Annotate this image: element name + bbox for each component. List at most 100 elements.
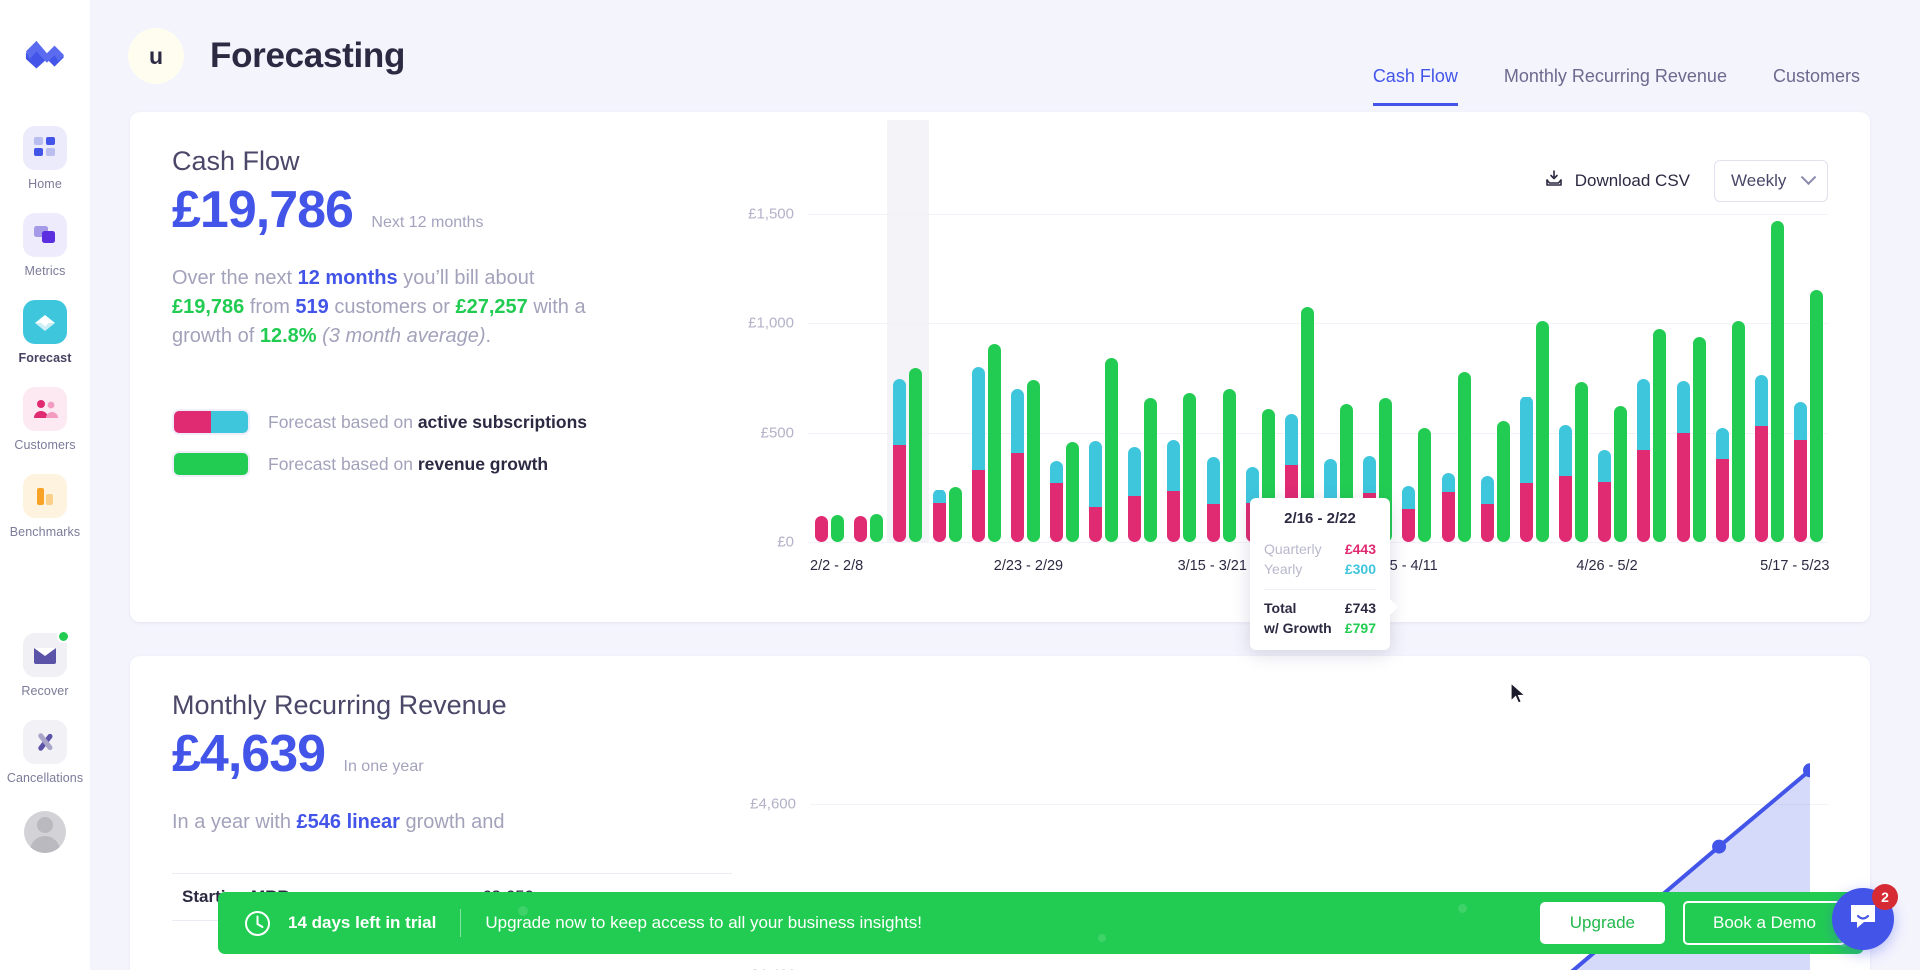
- desc-billed: £19,786: [172, 295, 245, 318]
- sidebar-item-home[interactable]: Home: [0, 126, 90, 191]
- bar-group[interactable]: [1123, 170, 1162, 542]
- clock-icon: [244, 910, 271, 937]
- bar-subscriptions: [1676, 381, 1690, 542]
- envelope-icon: [23, 630, 70, 677]
- bar-group[interactable]: [927, 170, 966, 542]
- decorative-bubble: [1098, 934, 1106, 942]
- tooltip-arrow: [1389, 598, 1398, 617]
- main-area: u Forecasting Cash Flow Monthly Recurrin…: [90, 0, 1920, 970]
- sidebar-item-forecast[interactable]: Forecast: [0, 300, 90, 365]
- cash-flow-plot: [810, 120, 1828, 542]
- desc-part: In a year with: [172, 810, 297, 833]
- bar-group[interactable]: [1750, 170, 1789, 542]
- content: Cash Flow £19,786 Next 12 months Over th…: [90, 112, 1920, 970]
- bar-group[interactable]: [1319, 170, 1358, 542]
- bar-group[interactable]: [1789, 170, 1828, 542]
- x-axis-tick: 5/17 - 5/23: [1760, 558, 1830, 574]
- bar-group[interactable]: [1045, 170, 1084, 542]
- bar-group[interactable]: [1632, 170, 1671, 542]
- upgrade-button[interactable]: Upgrade: [1539, 902, 1665, 944]
- chat-unread-badge: 2: [1872, 884, 1898, 910]
- sidebar-item-recover[interactable]: Recover: [0, 630, 90, 698]
- mrr-data-point[interactable]: [1712, 839, 1727, 854]
- bar-group[interactable]: [1554, 170, 1593, 542]
- brand-avatar[interactable]: u: [128, 28, 184, 84]
- bar-revenue-growth: [831, 514, 845, 542]
- bar-segment-yearly: [971, 366, 985, 470]
- sidebar-item-metrics[interactable]: Metrics: [0, 213, 90, 278]
- bar-group[interactable]: [967, 170, 1006, 542]
- bar-segment-quarterly: [1010, 453, 1024, 542]
- bar-group[interactable]: [1593, 170, 1632, 542]
- bar-segment-yearly: [1284, 414, 1298, 466]
- bar-segment-yearly: [932, 489, 946, 503]
- bar-segment-yearly: [1050, 461, 1064, 483]
- chat-launcher[interactable]: 2: [1832, 884, 1898, 950]
- brand-initial: u: [148, 42, 164, 69]
- desc-note: (3 month average): [322, 324, 486, 347]
- bar-group[interactable]: [1241, 170, 1280, 542]
- avatar[interactable]: [24, 811, 66, 853]
- bar-group[interactable]: [810, 170, 849, 542]
- bar-group[interactable]: [1397, 170, 1436, 542]
- bar-revenue-growth: [1731, 321, 1745, 542]
- cash-flow-amount-row: £19,786 Next 12 months: [172, 177, 602, 238]
- desc-linear: £546 linear: [296, 810, 400, 833]
- cash-flow-summary: Cash Flow £19,786 Next 12 months Over th…: [172, 146, 602, 351]
- tooltip-value: £300: [1344, 561, 1376, 578]
- baremetrics-logo-icon[interactable]: [22, 38, 68, 78]
- bar-revenue-growth: [1614, 406, 1628, 542]
- grid-icon: [23, 126, 67, 170]
- bar-group[interactable]: [886, 120, 929, 542]
- bar-segment-quarterly: [1637, 450, 1651, 542]
- bar-group[interactable]: [1515, 170, 1554, 542]
- y-axis-tick: £0: [777, 533, 794, 551]
- bar-revenue-growth: [1692, 337, 1706, 542]
- bar-subscriptions: [854, 515, 868, 542]
- bar-subscriptions: [1128, 446, 1142, 542]
- bar-segment-quarterly: [1480, 503, 1494, 542]
- sidebar-item-customers[interactable]: Customers: [0, 387, 90, 452]
- bar-group[interactable]: [1437, 170, 1476, 542]
- bar-group[interactable]: [1162, 170, 1201, 542]
- bar-revenue-growth: [1183, 393, 1197, 542]
- book-a-demo-button[interactable]: Book a Demo: [1683, 901, 1846, 945]
- sidebar-nav: Home Metrics Forecast Customers Benchmar…: [0, 126, 90, 853]
- bar-segment-yearly: [1089, 441, 1103, 507]
- tab-cash-flow[interactable]: Cash Flow: [1372, 66, 1458, 106]
- sidebar-item-cancellations[interactable]: Cancellations: [0, 720, 90, 785]
- bar-group[interactable]: [1476, 170, 1515, 542]
- bar-segment-quarterly: [1441, 491, 1455, 542]
- bar-segment-quarterly: [1715, 458, 1729, 542]
- tooltip-row-growth: w/ Growth £797: [1264, 618, 1376, 638]
- bar-subscriptions: [1715, 428, 1729, 542]
- bar-group[interactable]: [1280, 170, 1319, 542]
- bar-revenue-growth: [909, 367, 923, 542]
- tooltip-key: Quarterly: [1264, 541, 1322, 557]
- bar-group[interactable]: [849, 170, 888, 542]
- trial-days-label: 14 days left in trial: [288, 913, 437, 932]
- decorative-bubble: [518, 906, 528, 916]
- bar-segment-quarterly: [1559, 476, 1573, 542]
- bar-revenue-growth: [1575, 382, 1589, 542]
- bar-group[interactable]: [1358, 170, 1397, 542]
- bar-group[interactable]: [1084, 170, 1123, 542]
- bar-subscriptions: [1167, 440, 1181, 542]
- bar-segment-yearly: [1715, 428, 1729, 459]
- bar-segment-yearly: [1754, 374, 1768, 427]
- bar-segment-yearly: [1559, 424, 1573, 477]
- sidebar-item-benchmarks[interactable]: Benchmarks: [0, 474, 90, 539]
- tab-monthly-recurring-revenue[interactable]: Monthly Recurring Revenue: [1504, 66, 1727, 106]
- tab-customers[interactable]: Customers: [1773, 66, 1860, 106]
- bar-segment-quarterly: [1206, 503, 1220, 542]
- y-axis-tick: £4,400: [750, 967, 796, 970]
- bar-group[interactable]: [1202, 170, 1241, 542]
- bar-group[interactable]: [1671, 170, 1710, 542]
- bar-group[interactable]: [1006, 170, 1045, 542]
- bar-subscriptions: [971, 366, 985, 542]
- bar-group[interactable]: [1711, 170, 1750, 542]
- sidebar-item-label: Metrics: [24, 264, 66, 278]
- people-icon: [23, 387, 67, 431]
- legend-strong: active subscriptions: [417, 411, 588, 432]
- bar-segment-yearly: [1598, 450, 1612, 482]
